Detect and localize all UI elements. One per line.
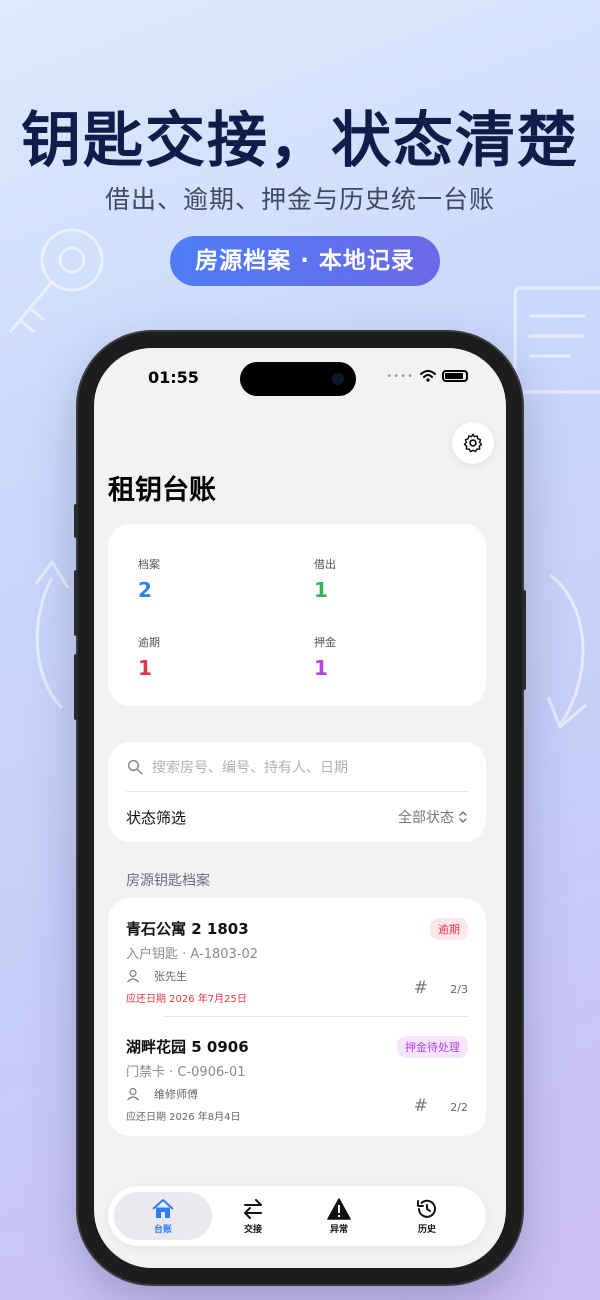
action-button	[74, 504, 78, 538]
list-item[interactable]: 湖畔花园 5 0906 门禁卡 · C-0906-01 维修师傅 应还日期 20…	[126, 1036, 468, 1126]
person-icon	[127, 1087, 139, 1101]
search-filter-card: 搜索房号、编号、持有人、日期 状态筛选 全部状态	[108, 742, 486, 842]
stat-value: 1	[314, 578, 328, 602]
hash-icon: #	[413, 1096, 428, 1116]
stat-value: 1	[138, 656, 152, 680]
stat-label: 押金	[314, 636, 336, 649]
search-icon	[127, 759, 143, 774]
stats-card: 档案 2 借出 1 逾期 1 押金 1	[108, 524, 486, 706]
status-filter-row[interactable]: 状态筛选 全部状态	[126, 792, 468, 842]
stat-label: 逾期	[138, 636, 160, 649]
tab-label: 历史	[417, 1224, 436, 1235]
power-button	[522, 590, 526, 690]
search-input[interactable]: 搜索房号、编号、持有人、日期	[126, 742, 468, 792]
status-indicators: ••••	[386, 370, 468, 382]
signal-dots-icon: ••••	[386, 370, 414, 382]
battery-icon	[442, 370, 468, 382]
key-outline-decoration	[8, 228, 104, 334]
tab-label: 交接	[243, 1224, 262, 1235]
record-key-count: 2/3	[450, 983, 468, 996]
refresh-outline-decoration	[546, 573, 587, 730]
status-badge: 逾期	[430, 918, 468, 940]
record-key-info: 门禁卡 · C-0906-01	[126, 1065, 246, 1080]
stat-value: 2	[138, 578, 152, 602]
stat-label: 借出	[314, 558, 336, 571]
tab-bar: 台账 交接 异常 历史	[108, 1186, 486, 1246]
promo-pill: 房源档案 · 本地记录	[170, 236, 440, 286]
gear-icon	[463, 433, 483, 453]
stat-value: 1	[314, 656, 328, 680]
filter-select[interactable]: 全部状态	[398, 807, 468, 827]
stat-lent: 借出 1	[314, 556, 336, 602]
promo-headline: 钥匙交接，状态清楚	[21, 106, 579, 176]
swap-icon	[244, 1198, 262, 1219]
tab-label: 台账	[153, 1224, 172, 1235]
record-key-info: 入户钥匙 · A-1803-02	[126, 947, 259, 962]
arrow-outline-decoration	[34, 559, 70, 710]
stat-deposit: 押金 1	[314, 634, 336, 680]
tab-label: 异常	[329, 1224, 348, 1235]
document-outline-decoration	[513, 286, 600, 394]
stat-label: 档案	[138, 558, 160, 571]
search-placeholder: 搜索房号、编号、持有人、日期	[152, 759, 348, 776]
row-divider	[164, 1016, 468, 1017]
record-holder: 维修师傅	[154, 1088, 198, 1101]
stat-overdue: 逾期 1	[138, 634, 160, 680]
camera-icon	[332, 373, 344, 385]
tab-ledger[interactable]: 台账	[114, 1192, 212, 1240]
volume-down-button	[74, 654, 78, 720]
home-icon	[152, 1198, 174, 1218]
history-icon	[417, 1199, 436, 1218]
volume-up-button	[74, 570, 78, 636]
settings-button[interactable]	[452, 422, 494, 464]
tab-history[interactable]: 历史	[378, 1192, 476, 1240]
record-key-count: 2/2	[450, 1101, 468, 1114]
promo-subline: 借出、逾期、押金与历史统一台账	[104, 185, 495, 214]
dynamic-island	[240, 362, 356, 396]
status-time: 01:55	[148, 368, 199, 387]
stat-profiles: 档案 2	[138, 556, 160, 602]
status-badge: 押金待处理	[397, 1036, 468, 1058]
person-icon	[127, 969, 139, 983]
tab-handover[interactable]: 交接	[204, 1192, 302, 1240]
wifi-icon	[420, 370, 436, 382]
records-list: 青石公寓 2 1803 入户钥匙 · A-1803-02 张先生 应还日期 20…	[108, 898, 486, 1136]
hash-icon: #	[413, 978, 428, 998]
phone-frame: 01:55 •••• 租钥台账 档案 2 借出 1 逾期 1 押金 1 搜索房号…	[74, 332, 526, 1284]
list-item[interactable]: 青石公寓 2 1803 入户钥匙 · A-1803-02 张先生 应还日期 20…	[126, 918, 468, 1008]
tab-exceptions[interactable]: 异常	[290, 1192, 388, 1240]
filter-label: 状态筛选	[126, 808, 187, 827]
warning-icon	[327, 1197, 351, 1220]
filter-value: 全部状态	[398, 810, 454, 826]
chevron-updown-icon	[459, 811, 467, 823]
record-holder: 张先生	[154, 970, 187, 983]
record-name: 青石公寓 2 1803	[126, 920, 249, 938]
page-title: 租钥台账	[108, 475, 216, 506]
section-label: 房源钥匙档案	[126, 873, 210, 889]
app-screen: 01:55 •••• 租钥台账 档案 2 借出 1 逾期 1 押金 1 搜索房号…	[94, 348, 506, 1268]
